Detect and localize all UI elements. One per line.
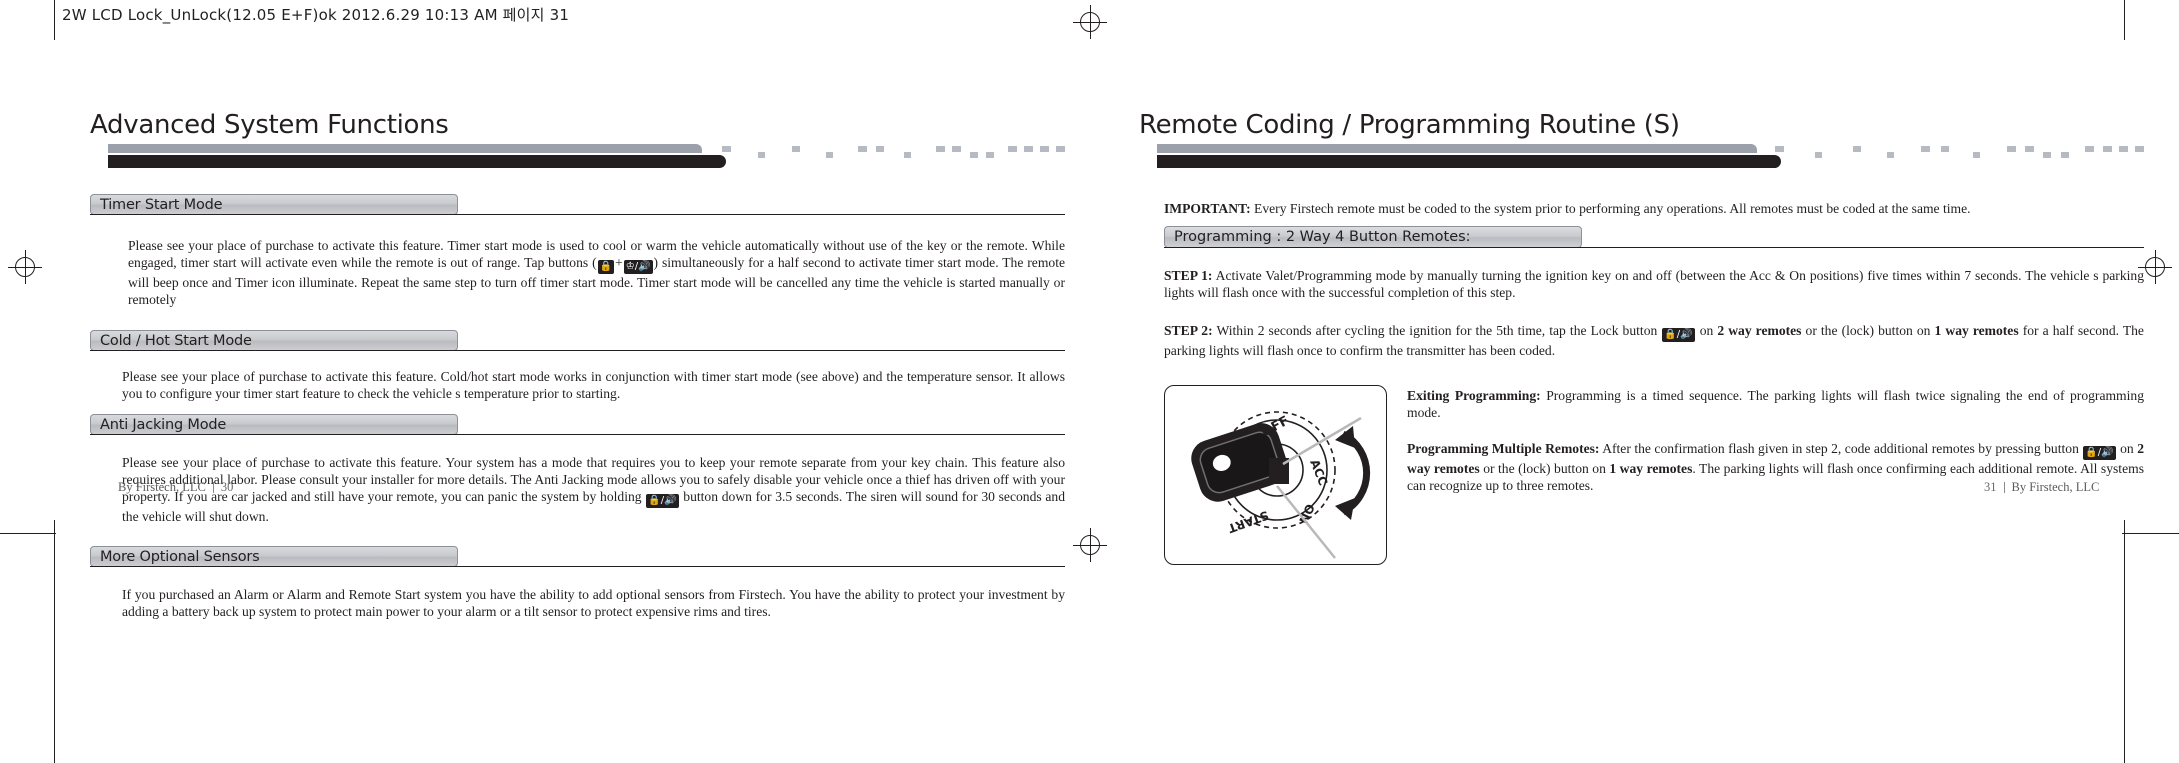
section-heading-row: Cold / Hot Start Mode [90,330,1065,351]
section-more-optional-sensors: More Optional Sensors [90,546,1065,567]
multiple-remotes-label: Programming Multiple Remotes: [1407,441,1600,456]
footer-divider [212,482,214,493]
section-timer-start-mode: Timer Start Mode [90,194,1065,215]
footer-page-number: 31 [1984,480,1997,494]
step-1-label: STEP 1: [1164,268,1213,283]
section-anti-jacking-mode: Anti Jacking Mode [90,414,1065,435]
section-heading-label: More Optional Sensors [100,548,260,565]
right-page: Remote Coding / Programming Routine (S) … [1089,0,2179,763]
left-page-banner: Advanced System Functions [90,110,1065,172]
multiple-remotes-text-2: on [2120,441,2134,456]
section-underline [90,566,1065,567]
section-timer-start-mode-body: Please see your place of purchase to act… [128,237,1065,309]
lock-icon: 🔒 [597,260,615,275]
multiple-remotes-text-1: After the confirmation flash given in st… [1602,441,2079,456]
section-heading-label: Cold / Hot Start Mode [100,332,252,349]
important-text: Every Firstech remote must be coded to t… [1254,201,1971,216]
footer-left: By Firstech, LLC 30 [118,480,233,495]
multiple-remotes-text-3: or the (lock) button on [1483,461,1606,476]
lock-bell-icon: 🔒/🔊 [2083,446,2116,460]
banner-dot-pattern-left [708,146,1068,166]
programming-section-label: Programming : 2 Way 4 Button Remotes: [1174,229,1471,245]
section-more-optional-sensors-body: If you purchased an Alarm or Alarm and R… [122,587,1065,620]
footer-page-number: 30 [220,480,234,494]
right-page-banner: Remote Coding / Programming Routine (S) [1139,110,2144,172]
exiting-programming-label: Exiting Programming: [1407,388,1541,403]
step-2-label: STEP 2: [1164,323,1213,338]
ignition-switch-diagram: OFF ACC ON START [1191,411,1371,559]
left-page: Advanced System Functions Timer Start Mo… [0,0,1090,763]
programming-section-underline [1164,247,2144,248]
footer-divider [2003,482,2005,493]
exiting-programming-paragraph: Exiting Programming: Programming is a ti… [1407,387,2144,422]
step-2-bold-2: 1 way remotes [1934,323,2019,338]
important-label: IMPORTANT: [1164,201,1251,216]
step-1-text: Activate Valet/Programming mode by manua… [1164,268,2144,301]
section-heading-pill: Anti Jacking Mode [90,414,458,435]
section-heading-pill: Timer Start Mode [90,194,458,215]
section-heading-pill: More Optional Sensors [90,546,458,567]
step-2-text-3: or the (lock) button on [1805,323,1931,338]
banner-dot-pattern-right [1763,146,2145,166]
section-cold-hot-start-mode: Cold / Hot Start Mode [90,330,1065,351]
step-2-text-2: on [1699,323,1714,338]
section-anti-jacking-mode-body: Please see your place of purchase to act… [122,454,1065,526]
multiple-remotes-bold-2: 1 way remotes [1609,461,1693,476]
ignition-switch-figure: OFF ACC ON START [1164,385,1387,565]
section-heading-row: Timer Start Mode [90,194,1065,215]
step-2-paragraph: STEP 2: Within 2 seconds after cycling t… [1164,322,2144,359]
section-underline [90,350,1065,351]
footer-right: 31 By Firstech, LLC [1984,480,2099,495]
label-start: START [1225,508,1270,536]
lock-bell-icon: 🔒/🔊 [1662,328,1695,342]
section-heading-pill: Cold / Hot Start Mode [90,330,458,351]
page-title-right: Remote Coding / Programming Routine (S) [1139,110,1680,140]
section-heading-label: Anti Jacking Mode [100,416,227,433]
section-underline [90,214,1065,215]
icon-joiner: + [615,255,623,271]
step-1-paragraph: STEP 1: Activate Valet/Programming mode … [1164,267,2144,302]
section-heading-row: Anti Jacking Mode [90,414,1065,435]
programming-section-pill: Programming : 2 Way 4 Button Remotes: [1164,226,1582,248]
section-heading-label: Timer Start Mode [100,196,223,213]
important-note: IMPORTANT: Every Firstech remote must be… [1164,200,2144,217]
section-underline [90,434,1065,435]
step-2-text-1: Within 2 seconds after cycling the ignit… [1216,323,1658,338]
footer-credit: By Firstech, LLC [118,480,206,494]
footer-credit: By Firstech, LLC [2011,480,2100,494]
section-heading-row: More Optional Sensors [90,546,1065,567]
page-title-left: Advanced System Functions [90,110,449,140]
section-cold-hot-start-mode-body: Please see your place of purchase to act… [122,369,1065,402]
lock-bell-icon: 🔒/🔊 [646,494,679,509]
step-2-bold-1: 2 way remotes [1717,323,1802,338]
trunk-bell-icon: ♔/🔊 [623,260,653,275]
